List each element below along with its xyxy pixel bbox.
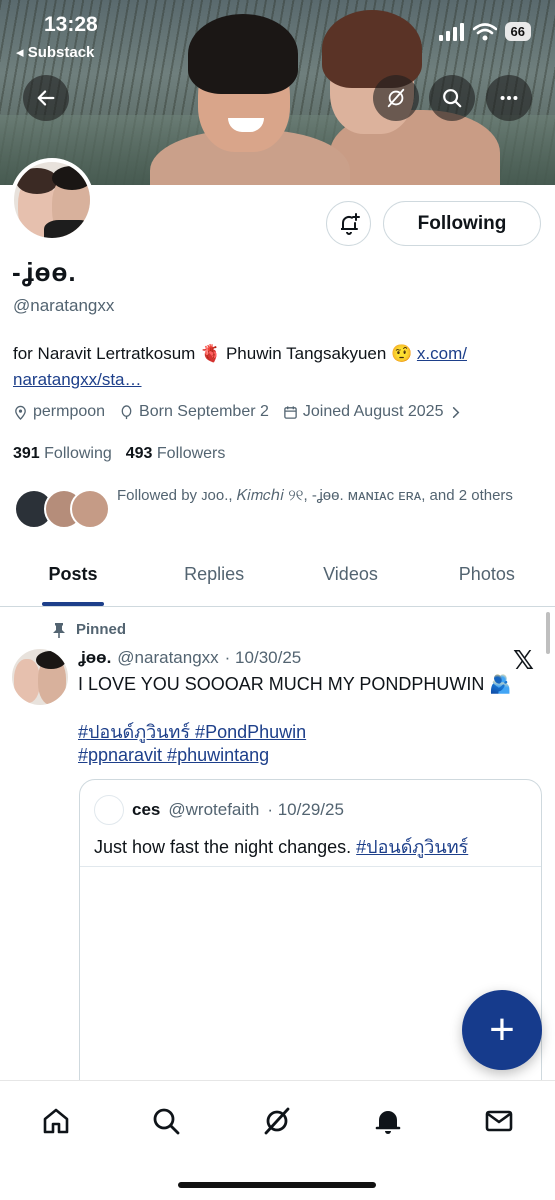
- profile-avatar[interactable]: [10, 158, 94, 242]
- location-item: permpoon: [13, 403, 105, 421]
- followed-by-text[interactable]: Followed by ᴊᴏᴏ., 𝐾𝑖𝑚𝑐ℎ𝑖 ୨୧, -ʝɵɵ. ᴍᴀɴɪᴀ…: [117, 480, 537, 511]
- back-button[interactable]: [23, 75, 69, 121]
- pinned-indicator: Pinned: [52, 621, 126, 638]
- following-count-link[interactable]: 391 Following: [13, 445, 112, 463]
- quote-author-name: ces: [132, 800, 161, 819]
- bio-text: for Naravit Lertratkosum 🫀 Phuwin Tangsa…: [13, 344, 417, 363]
- arrow-left-icon: [37, 90, 55, 106]
- more-icon: [500, 95, 518, 101]
- notifications-button[interactable]: [326, 201, 371, 246]
- quote-hashtag[interactable]: #ปอนด์ภูวินทร์: [356, 837, 468, 857]
- home-icon: [43, 1108, 69, 1134]
- post-header: ʝɵɵ. @naratangxx · 10/30/25: [78, 648, 301, 668]
- followers-count-link[interactable]: 493 Followers: [126, 445, 226, 463]
- following-button[interactable]: Following: [383, 201, 541, 246]
- post-author-avatar[interactable]: [12, 649, 68, 705]
- quote-media-divider: [80, 866, 541, 867]
- pin-icon: [53, 622, 65, 638]
- calendar-icon: [284, 405, 297, 419]
- back-to-app-link[interactable]: ◂ Substack: [16, 43, 94, 61]
- more-button[interactable]: [486, 75, 532, 121]
- nav-search[interactable]: [146, 1101, 186, 1141]
- search-icon: [443, 89, 462, 108]
- birthday-text: Born September 2: [139, 403, 269, 420]
- tab-photos[interactable]: Photos: [419, 555, 555, 606]
- post-text: I LOVE YOU SOOOAR MUCH MY PONDPHUWIN 🫂: [78, 674, 512, 694]
- avatar-hair-right: [36, 651, 66, 669]
- bell-icon: [375, 1111, 401, 1134]
- tab-posts[interactable]: Posts: [0, 555, 146, 606]
- profile-tabs: Posts Replies Videos Photos: [0, 555, 555, 607]
- nav-notifications[interactable]: [368, 1101, 408, 1141]
- status-bar: 13:28 ◂ Substack 66: [0, 0, 555, 61]
- post-author-handle[interactable]: @naratangxx: [117, 648, 218, 668]
- status-time: 13:28: [44, 13, 98, 36]
- pinned-label: Pinned: [76, 621, 127, 638]
- signal-icon: [438, 22, 464, 41]
- tab-replies[interactable]: Replies: [146, 555, 282, 606]
- hashtag-line[interactable]: #ppnaravit #phuwintang: [78, 744, 518, 767]
- compose-button[interactable]: +: [462, 990, 542, 1070]
- post-hashtags: #ปอนด์ภูวินทร์ #PondPhuwin #ppnaravit #p…: [78, 721, 518, 767]
- quote-date: · 10/29/25: [267, 800, 344, 819]
- location-text: permpoon: [33, 403, 106, 420]
- scrollbar[interactable]: [546, 612, 550, 654]
- nav-home[interactable]: [36, 1101, 76, 1141]
- chevron-right-icon: [453, 406, 460, 418]
- profile-handle: @naratangxx: [13, 296, 115, 315]
- follow-counts: 391 Following 493 Followers: [13, 445, 225, 463]
- mail-icon: [485, 1110, 513, 1132]
- profile-meta: permpoon Born September 2 Joined August …: [13, 403, 463, 421]
- quote-author-handle: @wrotefaith: [168, 800, 260, 819]
- joined-item[interactable]: Joined August 2025: [283, 403, 464, 421]
- avatar-hair-right: [52, 166, 90, 190]
- avatar-shirt: [44, 220, 90, 238]
- balloon-icon: [121, 404, 132, 419]
- nav-grok[interactable]: [257, 1101, 297, 1141]
- quote-text: Just how fast the night changes. #ปอนด์ภ…: [94, 837, 469, 857]
- x-logo-icon: 𝕏: [513, 646, 534, 676]
- nav-messages[interactable]: [479, 1101, 519, 1141]
- grok-icon: [264, 1107, 290, 1135]
- search-icon: [153, 1108, 180, 1135]
- joined-text: Joined August 2025: [302, 403, 444, 420]
- wifi-icon: [472, 22, 497, 40]
- battery-indicator: 66: [504, 22, 531, 41]
- tab-videos[interactable]: Videos: [282, 555, 418, 606]
- status-icons: 66: [438, 22, 531, 41]
- display-name: -ʝɵɵ.: [12, 257, 77, 287]
- hashtag-line[interactable]: #ปอนด์ภูวินทร์ #PondPhuwin: [78, 721, 518, 744]
- avatar-face-left: [14, 659, 40, 703]
- location-pin-icon: [15, 405, 26, 420]
- grok-icon: [387, 88, 405, 108]
- post-date: · 10/30/25: [224, 648, 302, 667]
- quote-author-avatar: [94, 795, 124, 825]
- quote-header: ces @wrotefaith · 10/29/25: [94, 795, 344, 825]
- post-author-name[interactable]: ʝɵɵ.: [78, 648, 111, 668]
- search-button[interactable]: [429, 75, 475, 121]
- mutual-followers-avatars[interactable]: [14, 489, 110, 531]
- home-indicator[interactable]: [178, 1182, 376, 1188]
- bell-plus-icon: [340, 212, 360, 235]
- mutual-avatar: [70, 489, 110, 529]
- birthday-item: Born September 2: [119, 403, 269, 421]
- grok-button[interactable]: [373, 75, 419, 121]
- profile-bio: for Naravit Lertratkosum 🫀 Phuwin Tangsa…: [13, 341, 543, 393]
